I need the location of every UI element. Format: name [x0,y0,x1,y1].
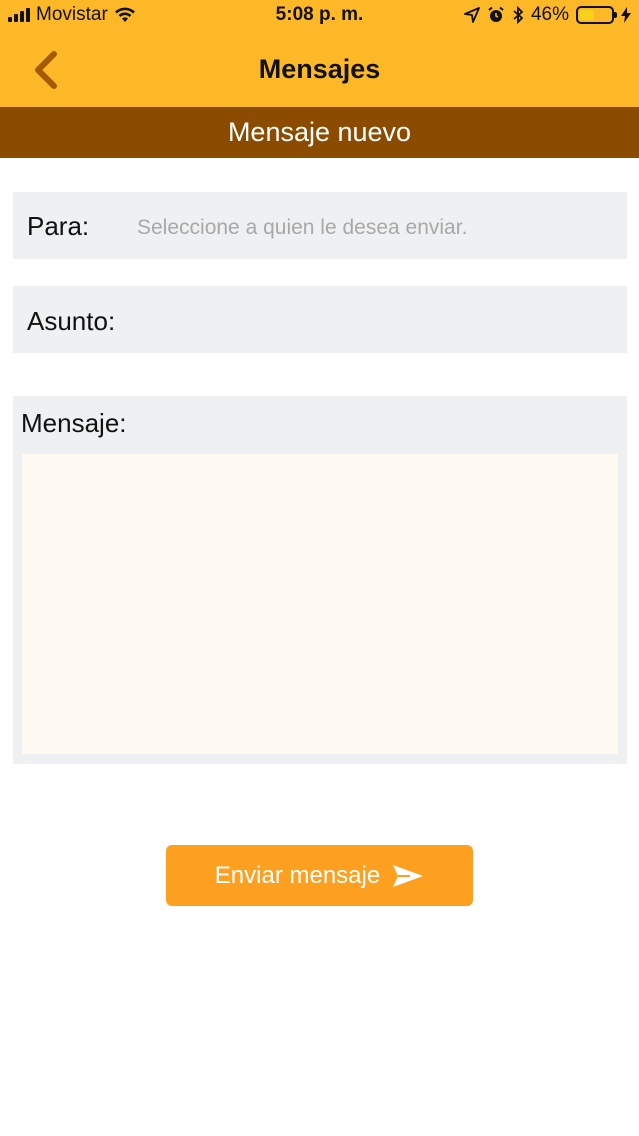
subject-label: Asunto: [27,306,116,336]
battery-fill [580,10,594,20]
message-label: Mensaje: [21,408,127,438]
to-label: Para: [27,211,90,241]
subject-field: Asunto: [13,286,627,353]
message-field: Mensaje: [13,396,627,764]
page-title: Mensajes [258,54,381,84]
bluetooth-icon [513,6,524,24]
to-input[interactable] [135,212,609,244]
send-button-label: Enviar mensaje [214,861,381,889]
nav-bar: Mensajes [0,32,639,107]
send-message-button[interactable]: Enviar mensaje [166,845,473,906]
battery-percent: 46% [530,4,569,25]
alarm-icon [488,6,504,22]
to-field: Para: [13,192,627,259]
send-icon [393,864,424,887]
battery-icon [576,6,617,24]
message-textarea[interactable] [22,454,618,754]
status-right: 46% [464,4,631,26]
section-title: Mensaje nuevo [0,107,639,158]
subject-input[interactable] [131,306,615,338]
charging-bolt-icon [621,7,631,23]
status-bar: Movistar 5:08 p. m. 46% [0,0,639,32]
location-arrow-icon [464,7,480,23]
